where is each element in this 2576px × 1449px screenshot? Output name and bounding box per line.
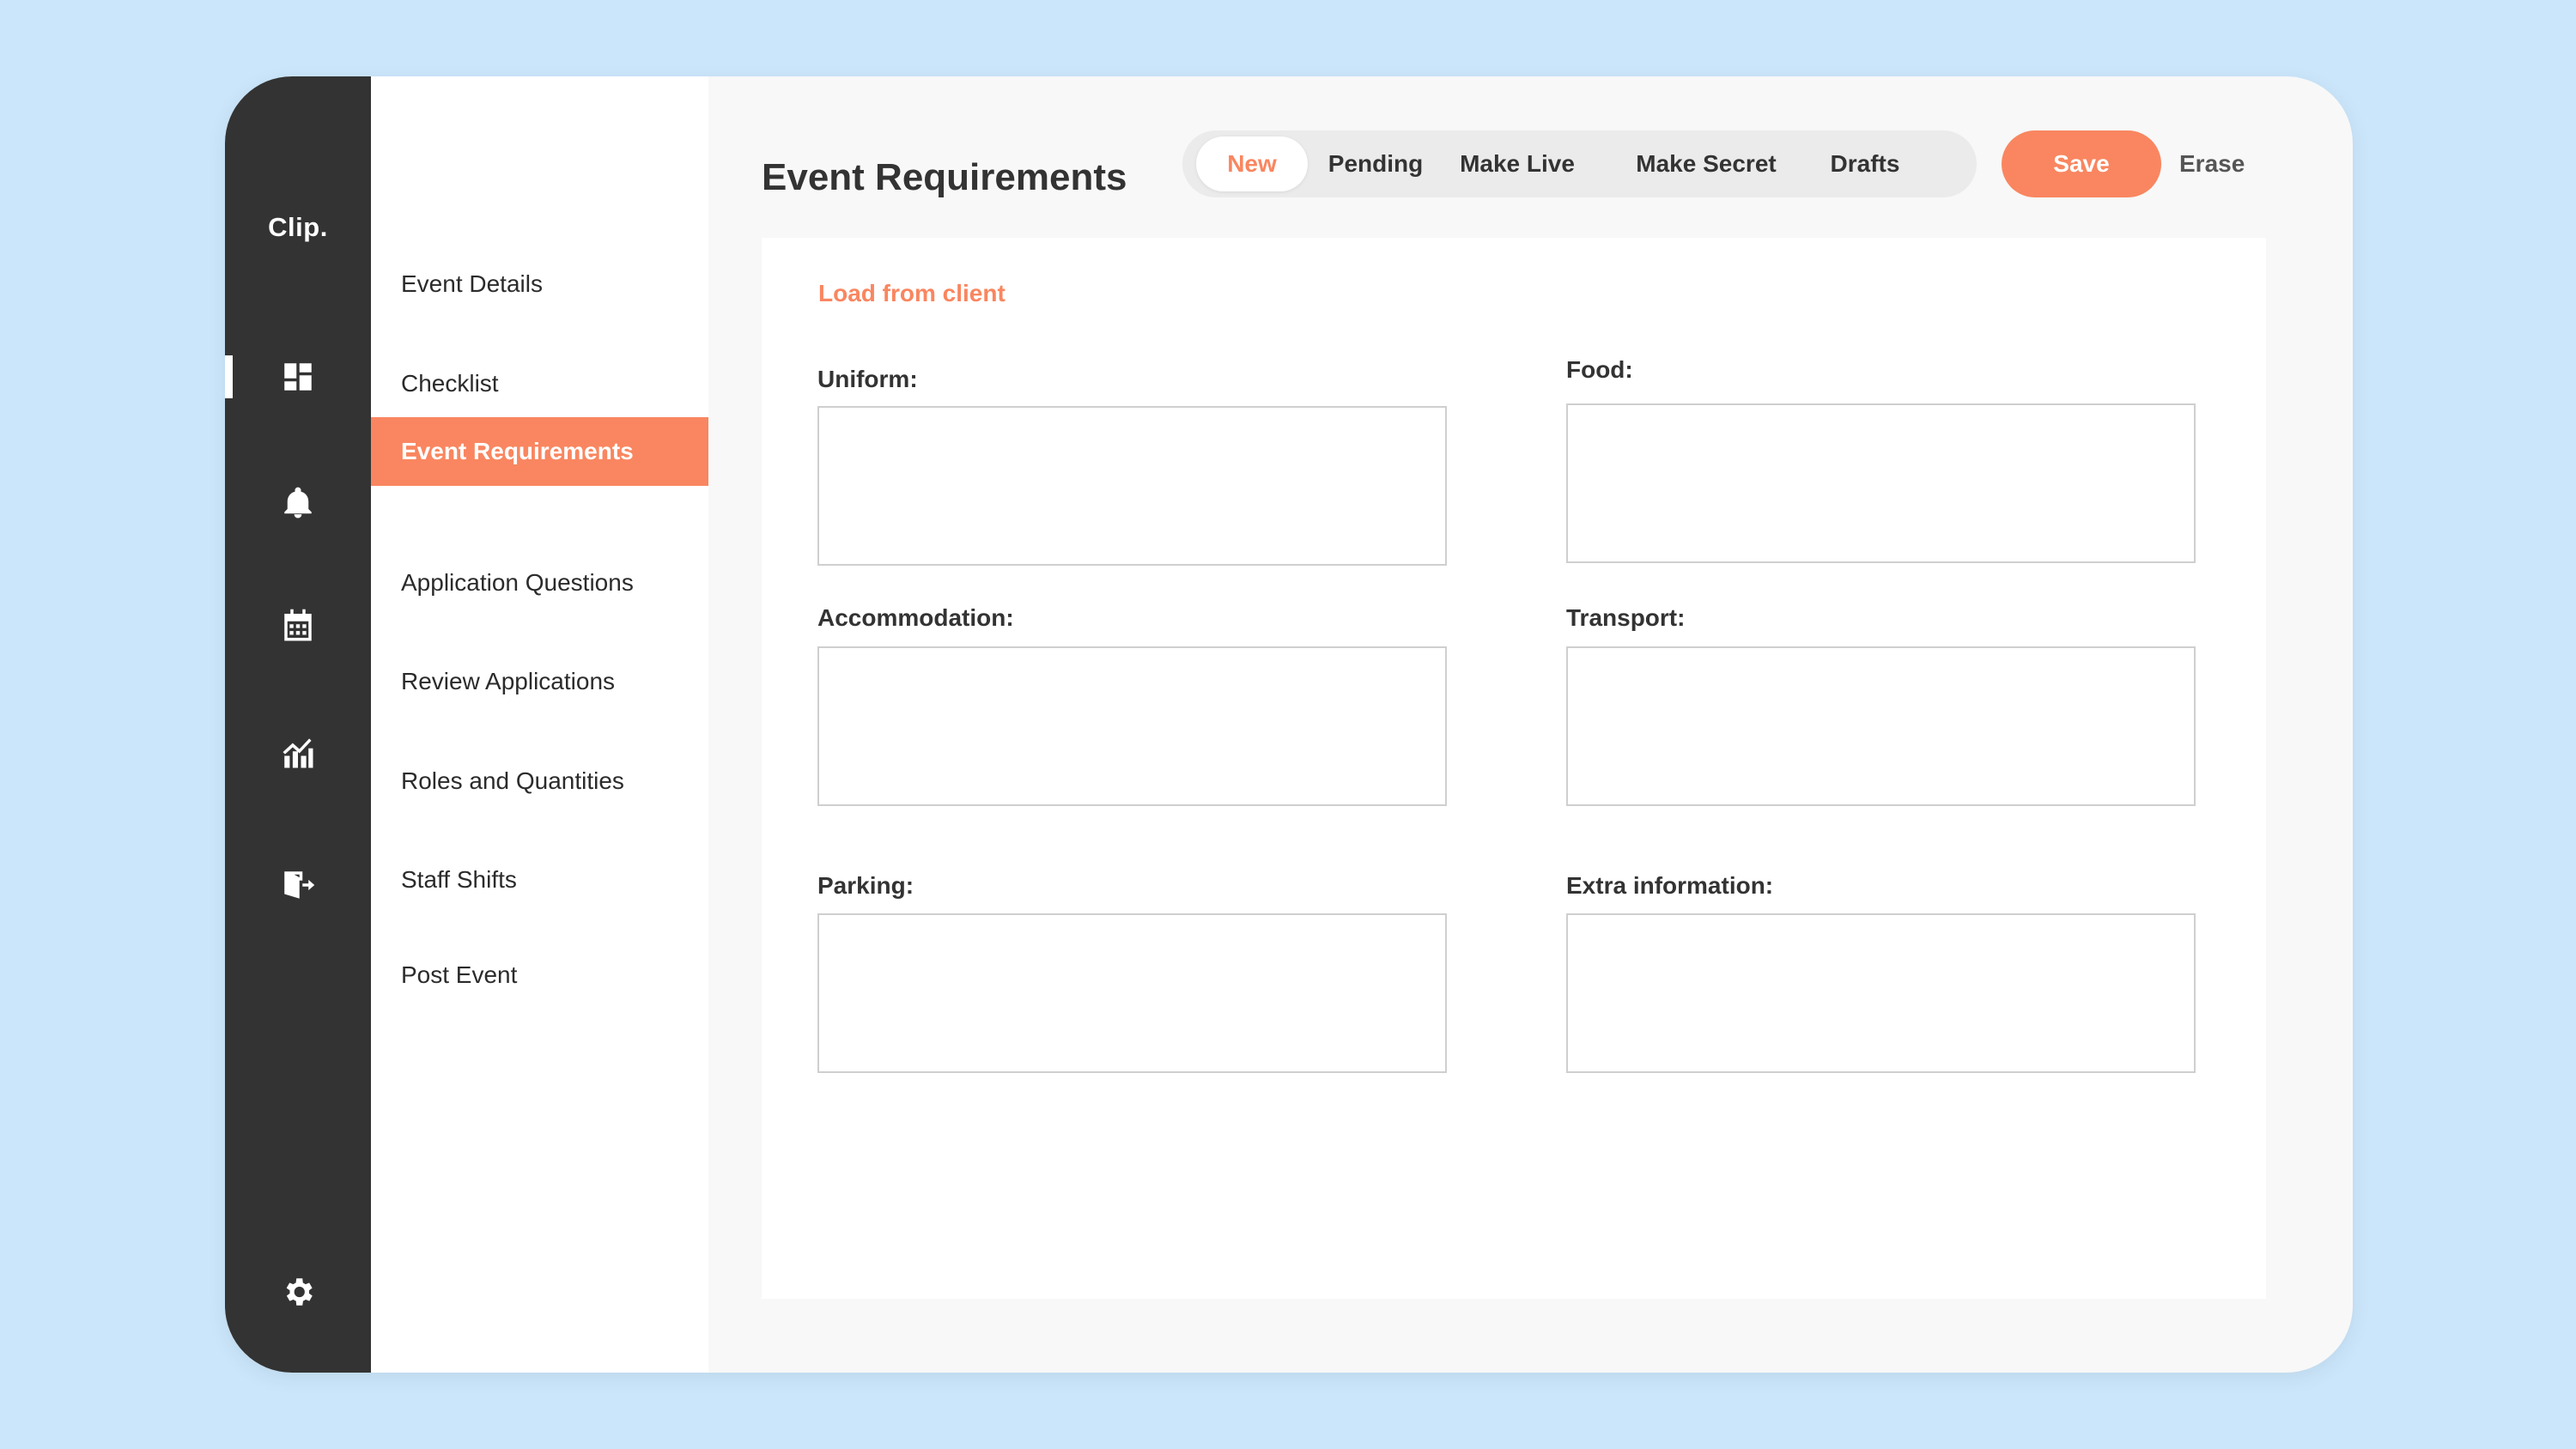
requirements-form: Load from client Uniform: Food: Accommod… [762, 238, 2266, 1299]
calendar-icon [284, 609, 312, 641]
food-label: Food: [1566, 356, 1633, 383]
subnav-item-post-event[interactable]: Post Event [371, 941, 708, 1009]
gear-icon [286, 1278, 313, 1306]
rail-item-notifications[interactable] [225, 469, 371, 537]
main-content: Event Requirements New Pending Make Live… [708, 76, 2353, 1373]
rail-item-calendar[interactable] [225, 591, 371, 660]
subnav-item-event-requirements[interactable]: Event Requirements [371, 417, 708, 486]
erase-button[interactable]: Erase [2179, 130, 2245, 197]
tab-new[interactable]: New [1196, 136, 1308, 191]
secondary-nav: Event Details Checklist Event Requiremen… [371, 76, 708, 1373]
bell-icon [284, 487, 312, 518]
logout-icon [284, 871, 315, 899]
save-button[interactable]: Save [2002, 130, 2161, 197]
accommodation-label: Accommodation: [817, 604, 1014, 631]
subnav-item-roles-and-quantities[interactable]: Roles and Quantities [371, 747, 708, 815]
app-logo: Clip. [268, 212, 328, 242]
parking-label: Parking: [817, 872, 914, 899]
subnav-item-staff-shifts[interactable]: Staff Shifts [371, 846, 708, 914]
extra-information-label: Extra information: [1566, 872, 1774, 899]
uniform-label: Uniform: [817, 366, 918, 392]
accommodation-field[interactable] [817, 646, 1447, 806]
rail-item-logout[interactable] [225, 851, 371, 919]
subnav-item-review-applications[interactable]: Review Applications [371, 647, 708, 716]
dashboard-icon [284, 363, 312, 391]
parking-field[interactable] [817, 913, 1447, 1073]
rail-item-settings[interactable] [225, 1258, 371, 1326]
status-tabs: New Pending Make Live Make Secret Drafts [1182, 130, 1977, 197]
tab-drafts[interactable]: Drafts [1814, 136, 1917, 191]
tab-make-live[interactable]: Make Live [1449, 136, 1586, 191]
page-title: Event Requirements [762, 156, 1127, 198]
food-field[interactable] [1566, 403, 2196, 563]
subnav-item-event-details[interactable]: Event Details [371, 250, 708, 318]
load-from-client-link[interactable]: Load from client [818, 280, 1005, 307]
uniform-field[interactable] [817, 406, 1447, 566]
tab-make-secret[interactable]: Make Secret [1620, 136, 1792, 191]
analytics-icon [283, 738, 313, 768]
rail-item-analytics[interactable] [225, 718, 371, 787]
transport-field[interactable] [1566, 646, 2196, 806]
app-window: Clip. Event Details Checklist Event Requ… [225, 76, 2353, 1373]
rail-item-dashboard[interactable] [225, 343, 371, 411]
subnav-item-application-questions[interactable]: Application Questions [371, 549, 708, 617]
subnav-item-checklist[interactable]: Checklist [371, 349, 708, 418]
extra-information-field[interactable] [1566, 913, 2196, 1073]
icon-rail: Clip. [225, 76, 371, 1373]
transport-label: Transport: [1566, 604, 1686, 631]
tab-pending[interactable]: Pending [1320, 136, 1431, 191]
